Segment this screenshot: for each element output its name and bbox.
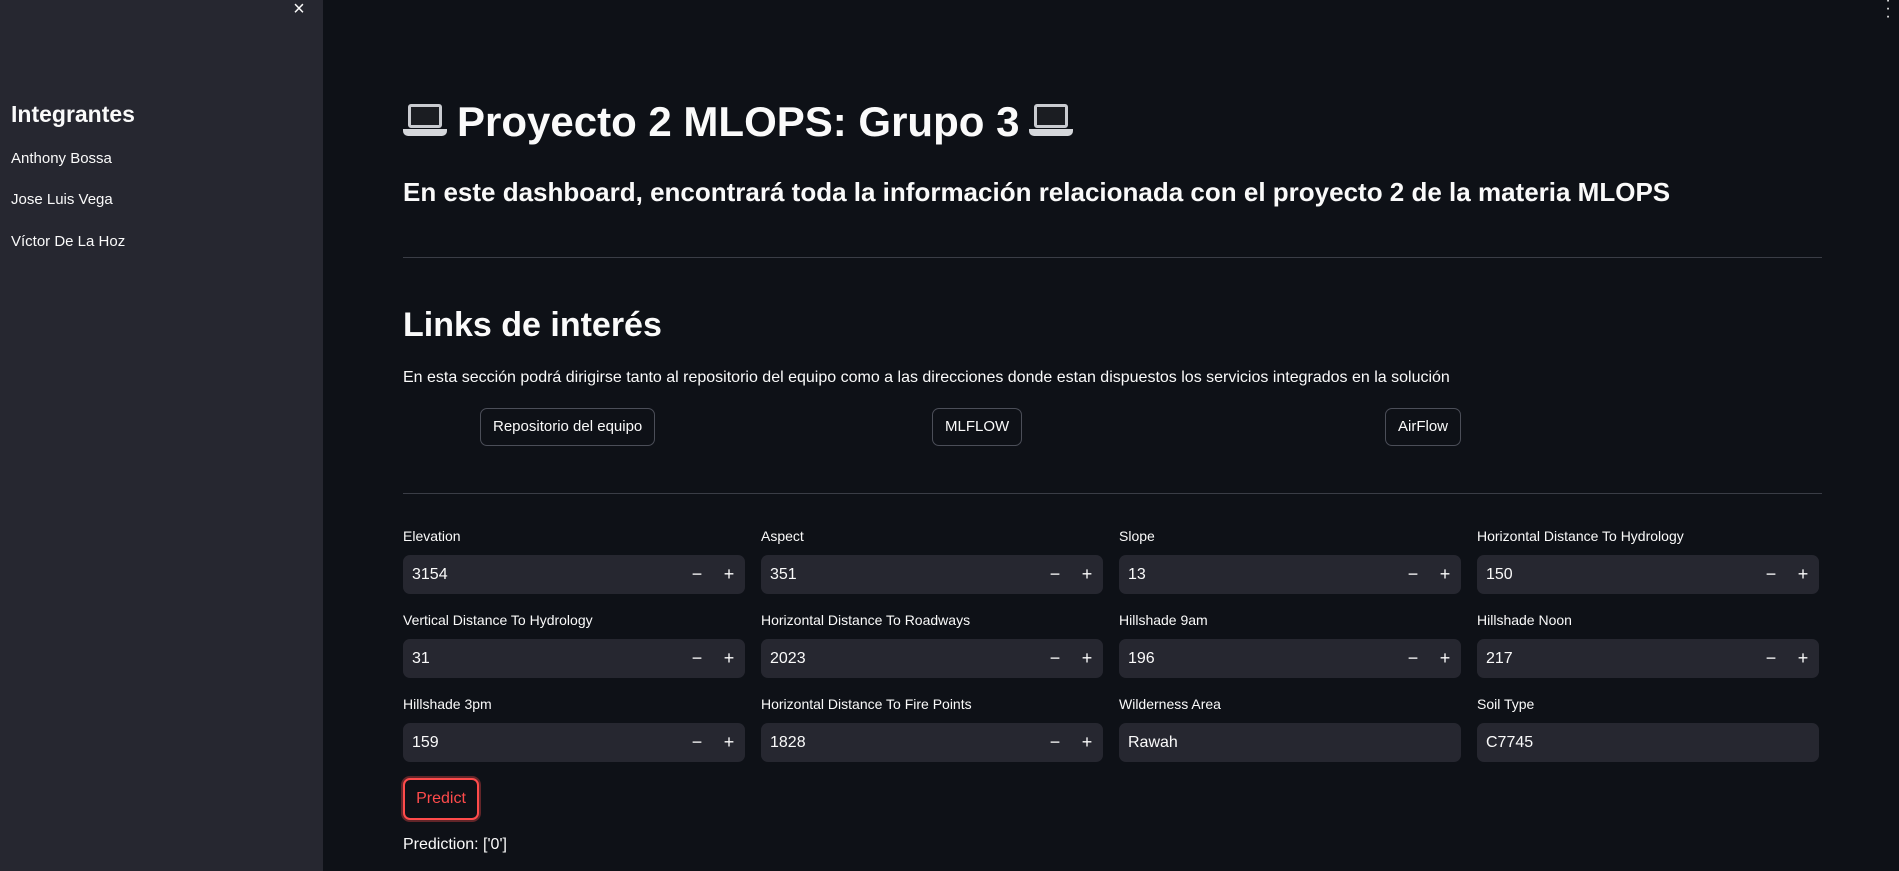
wilderness-area-input[interactable] [1119, 732, 1461, 753]
repository-link-button[interactable]: Repositorio del equipo [480, 408, 656, 446]
page-subtitle: En este dashboard, encontrará toda la in… [403, 177, 1671, 207]
slope-field: Slope −+ [1119, 528, 1461, 594]
field-label: Horizontal Distance To Hydrology [1477, 528, 1684, 544]
decrement-button[interactable]: − [681, 639, 713, 678]
laptop-icon [403, 102, 447, 142]
decrement-button[interactable]: − [1039, 723, 1071, 762]
decrement-button[interactable]: − [1755, 639, 1787, 678]
field-label: Hillshade 3pm [403, 696, 492, 712]
member-name: Anthony Bossa [11, 150, 112, 167]
horizontal-distance-fire-points-field: Horizontal Distance To Fire Points −+ [761, 696, 1103, 762]
horizontal-distance-hydrology-input[interactable] [1477, 564, 1755, 585]
field-label: Horizontal Distance To Fire Points [761, 696, 972, 712]
divider [403, 257, 1822, 258]
field-label: Slope [1119, 528, 1155, 544]
decrement-button[interactable]: − [1039, 639, 1071, 678]
vertical-distance-hydrology-field: Vertical Distance To Hydrology −+ [403, 612, 745, 678]
increment-button[interactable]: + [713, 555, 745, 594]
airflow-link-button[interactable]: AirFlow [1385, 408, 1462, 446]
field-label: Horizontal Distance To Roadways [761, 612, 971, 628]
aspect-field: Aspect −+ [761, 528, 1103, 594]
slope-input[interactable] [1119, 564, 1397, 585]
hillshade-noon-field: Hillshade Noon −+ [1477, 612, 1819, 678]
horizontal-distance-roadways-field: Horizontal Distance To Roadways −+ [761, 612, 1103, 678]
decrement-button[interactable]: − [1397, 639, 1429, 678]
field-label: Hillshade Noon [1477, 612, 1572, 628]
links-description: En esta sección podrá dirigirse tanto al… [403, 369, 1450, 386]
increment-button[interactable]: + [1787, 555, 1819, 594]
increment-button[interactable]: + [1071, 639, 1103, 678]
increment-button[interactable]: + [713, 723, 745, 762]
field-label: Wilderness Area [1119, 696, 1221, 712]
hillshade-noon-input[interactable] [1477, 648, 1755, 669]
sidebar-heading: Integrantes [11, 101, 135, 127]
laptop-icon [1029, 102, 1074, 142]
main-content: Proyecto 2 MLOPS: Grupo 3 En este dashbo… [403, 0, 1822, 871]
elevation-field: Elevation −+ [403, 528, 745, 594]
increment-button[interactable]: + [713, 639, 745, 678]
mlflow-link-button[interactable]: MLFLOW [932, 408, 1023, 446]
page-title: Proyecto 2 MLOPS: Grupo 3 [403, 98, 1074, 146]
hillshade-9am-field: Hillshade 9am −+ [1119, 612, 1461, 678]
hillshade-3pm-field: Hillshade 3pm −+ [403, 696, 745, 762]
decrement-button[interactable]: − [681, 555, 713, 594]
divider [403, 493, 1822, 494]
sidebar: × Integrantes Anthony Bossa Jose Luis Ve… [0, 0, 323, 871]
increment-button[interactable]: + [1071, 723, 1103, 762]
decrement-button[interactable]: − [681, 723, 713, 762]
title-text: Proyecto 2 MLOPS: Grupo 3 [457, 98, 1020, 145]
increment-button[interactable]: + [1429, 555, 1461, 594]
increment-button[interactable]: + [1071, 555, 1103, 594]
links-heading: Links de interés [403, 306, 662, 344]
field-label: Soil Type [1477, 696, 1535, 712]
member-name: Víctor De La Hoz [11, 233, 126, 250]
member-name: Jose Luis Vega [11, 191, 113, 208]
soil-type-input[interactable] [1477, 732, 1819, 753]
horizontal-distance-roadways-input[interactable] [761, 648, 1039, 669]
close-sidebar-icon[interactable]: × [288, 0, 310, 20]
horizontal-distance-hydrology-field: Horizontal Distance To Hydrology −+ [1477, 528, 1819, 594]
decrement-button[interactable]: − [1755, 555, 1787, 594]
soil-type-field: Soil Type [1477, 696, 1819, 762]
increment-button[interactable]: + [1429, 639, 1461, 678]
elevation-input[interactable] [403, 564, 681, 585]
prediction-result: Prediction: ['0'] [403, 836, 507, 853]
predict-button[interactable]: Predict [403, 778, 479, 820]
main-menu-icon[interactable]: · · · [1883, 0, 1893, 25]
field-label: Elevation [403, 528, 461, 544]
wilderness-area-field: Wilderness Area [1119, 696, 1461, 762]
increment-button[interactable]: + [1787, 639, 1819, 678]
field-label: Aspect [761, 528, 804, 544]
horizontal-distance-fire-points-input[interactable] [761, 732, 1039, 753]
hillshade-3pm-input[interactable] [403, 732, 681, 753]
decrement-button[interactable]: − [1397, 555, 1429, 594]
decrement-button[interactable]: − [1039, 555, 1071, 594]
aspect-input[interactable] [761, 564, 1039, 585]
field-label: Vertical Distance To Hydrology [403, 612, 593, 628]
field-label: Hillshade 9am [1119, 612, 1208, 628]
vertical-distance-hydrology-input[interactable] [403, 648, 681, 669]
hillshade-9am-input[interactable] [1119, 648, 1397, 669]
